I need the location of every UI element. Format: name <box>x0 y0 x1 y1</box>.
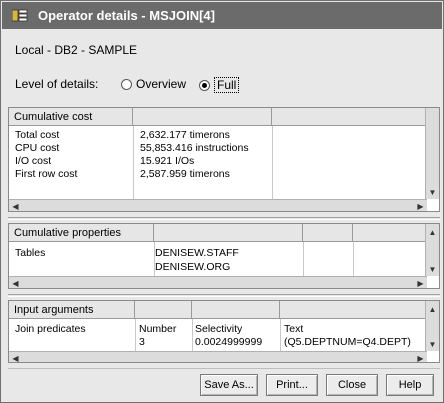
operator-details-window: Operator details - MSJOIN[4] Local - DB2… <box>0 0 444 403</box>
column-header[interactable] <box>353 224 427 242</box>
column-divider <box>353 242 354 276</box>
scroll-down-icon[interactable]: ▼ <box>426 186 439 198</box>
full-radio[interactable]: Full <box>199 77 240 93</box>
cumulative-properties-table: Cumulative properties Tables DENISEW.STA… <box>8 223 440 289</box>
column-divider <box>280 319 281 353</box>
cumulative-cost-table: Cumulative cost Total cost 2,632.177 tim… <box>8 107 440 212</box>
scroll-right-icon[interactable]: ▶ <box>414 200 427 211</box>
selectivity-value: 0.0024999999 <box>195 336 263 348</box>
column-divider <box>192 319 193 353</box>
radio-icon <box>121 78 132 90</box>
column-header[interactable] <box>135 301 192 319</box>
column-header[interactable] <box>133 108 272 126</box>
text-value: (Q5.DEPTNUM=Q4.DEPT) <box>284 336 411 348</box>
table-row-label: Total cost <box>15 129 60 141</box>
table-row-label: CPU cost <box>15 142 60 154</box>
column-divider <box>303 242 304 276</box>
input-arguments-table: Input arguments Join predicates Number 3… <box>8 300 440 363</box>
number-label: Number <box>139 323 177 335</box>
table-row-label: Join predicates <box>15 323 86 335</box>
database-path: Local - DB2 - SAMPLE <box>15 43 138 57</box>
print-button[interactable]: Print... <box>266 374 318 396</box>
level-of-details-label: Level of details: <box>15 77 99 91</box>
scroll-left-icon[interactable]: ◀ <box>9 352 22 363</box>
column-divider <box>133 126 134 199</box>
horizontal-scrollbar[interactable]: ◀ ▶ <box>9 276 427 288</box>
column-divider <box>272 126 273 199</box>
number-value: 3 <box>139 336 145 348</box>
scroll-down-icon[interactable]: ▼ <box>426 263 439 275</box>
table-row-value: DENISEW.ORG <box>155 261 231 273</box>
splitter[interactable] <box>8 217 440 220</box>
column-header[interactable] <box>303 224 353 242</box>
table-row-value: 2,632.177 timerons <box>140 129 230 141</box>
cumulative-properties-header[interactable]: Cumulative properties <box>9 224 154 242</box>
scroll-down-icon[interactable]: ▼ <box>426 338 439 350</box>
button-separator <box>8 368 440 369</box>
operator-icon <box>11 9 28 22</box>
overview-label: Overview <box>136 77 187 91</box>
vertical-scrollbar[interactable]: ▲ ▼ <box>425 301 439 351</box>
vertical-scrollbar[interactable]: ▲ ▼ <box>425 224 439 276</box>
scroll-left-icon[interactable]: ◀ <box>9 277 22 288</box>
table-row-label: I/O cost <box>15 155 52 167</box>
horizontal-scrollbar[interactable]: ◀ ▶ <box>9 351 427 363</box>
cumulative-cost-header[interactable]: Cumulative cost <box>9 108 133 126</box>
scroll-right-icon[interactable]: ▶ <box>414 352 427 363</box>
column-divider <box>135 319 136 353</box>
title-bar[interactable]: Operator details - MSJOIN[4] <box>2 2 442 29</box>
table-row-value: 15.921 I/Os <box>140 155 195 167</box>
table-row-label: Tables <box>15 247 46 259</box>
help-button[interactable]: Help <box>386 374 434 396</box>
input-arguments-header[interactable]: Input arguments <box>9 301 135 319</box>
table-row-value: 55,853.416 instructions <box>140 142 249 154</box>
save-as-button[interactable]: Save As... <box>200 374 258 396</box>
scroll-up-icon[interactable]: ▲ <box>426 226 439 238</box>
window-title: Operator details - MSJOIN[4] <box>38 8 215 23</box>
horizontal-scrollbar[interactable]: ◀ ▶ <box>9 199 427 211</box>
column-header[interactable] <box>192 301 280 319</box>
radio-selected-icon <box>199 79 210 91</box>
scroll-up-icon[interactable]: ▲ <box>426 303 439 315</box>
vertical-scrollbar[interactable]: ▼ <box>425 108 439 199</box>
table-row-label: First row cost <box>15 168 78 180</box>
column-header[interactable] <box>280 301 427 319</box>
scroll-right-icon[interactable]: ▶ <box>414 277 427 288</box>
column-header[interactable] <box>154 224 303 242</box>
table-row-value: DENISEW.STAFF <box>155 247 239 259</box>
full-label: Full <box>214 77 240 93</box>
column-header[interactable] <box>272 108 427 126</box>
selectivity-label: Selectivity <box>195 323 243 335</box>
table-row-value: 2,587.959 timerons <box>140 168 230 180</box>
overview-radio[interactable]: Overview <box>121 77 186 91</box>
splitter[interactable] <box>8 294 440 297</box>
text-label: Text <box>284 323 304 335</box>
scroll-left-icon[interactable]: ◀ <box>9 200 22 211</box>
close-button[interactable]: Close <box>326 374 378 396</box>
